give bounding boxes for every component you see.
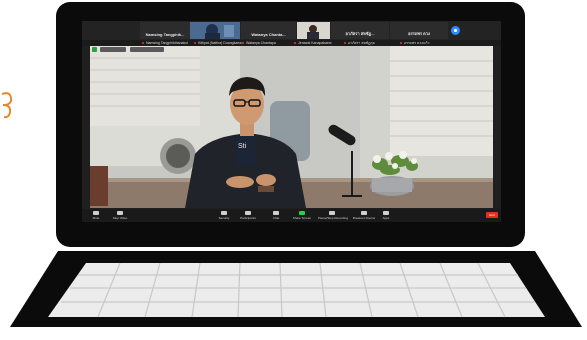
- mic-off-icon: [294, 42, 296, 45]
- breakout-icon: [361, 211, 367, 215]
- people-icon: [245, 211, 251, 215]
- view-toggle[interactable]: [130, 47, 164, 52]
- chat-bubble-icon: [1, 92, 13, 119]
- chat-icon: [273, 211, 279, 215]
- speaker-scene: Sti: [90, 46, 493, 208]
- apps-icon: [383, 211, 389, 215]
- recording-button[interactable]: Pause/Stop Recording: [318, 210, 348, 221]
- participant-tile-video[interactable]: [297, 22, 330, 39]
- participant-video: [190, 22, 240, 39]
- meeting-controls: Mute Stop Video Security Participants Ch…: [82, 209, 501, 222]
- participant-name: Watanya Chanta...: [251, 32, 286, 37]
- participant-name: อาภัสรา สหชัฏ...: [345, 31, 375, 36]
- mic-off-icon: [242, 42, 244, 45]
- mic-off-icon: [142, 42, 144, 45]
- end-meeting-button[interactable]: End: [486, 212, 498, 218]
- participant-strip: Namsing Tangphik... Watanya Chanta... อา…: [82, 21, 501, 40]
- svg-text:Sti: Sti: [238, 143, 247, 150]
- participant-tile[interactable]: Namsing Tangphik...: [140, 22, 190, 39]
- share-screen-icon: [299, 211, 305, 215]
- meeting-window: Namsing Tangphik... Watanya Chanta... อา…: [82, 21, 501, 222]
- security-button[interactable]: Security: [214, 210, 234, 221]
- recording-indicator: [100, 47, 126, 52]
- pause-icon: [329, 211, 335, 215]
- chat-button[interactable]: Chat: [266, 210, 286, 221]
- microphone-icon: [93, 211, 99, 215]
- participant-tile[interactable]: อรรถพร ดวง: [390, 22, 448, 39]
- mute-button[interactable]: Mute: [86, 210, 106, 221]
- breakout-rooms-button[interactable]: Breakout Rooms: [353, 210, 375, 221]
- mic-off-icon: [400, 42, 402, 45]
- participant-tile[interactable]: อาภัสรา สหชัฏ...: [331, 22, 389, 39]
- share-screen-button[interactable]: Share Screen: [292, 210, 312, 221]
- laptop-base: [10, 251, 582, 327]
- participant-tile[interactable]: Watanya Chanta...: [241, 22, 296, 39]
- apps-button[interactable]: Apps: [376, 210, 396, 221]
- stop-video-button[interactable]: Stop Video: [110, 210, 130, 221]
- shield-icon: [221, 211, 227, 215]
- security-shield-icon: [92, 47, 97, 52]
- mic-off-icon: [344, 42, 346, 45]
- speaker-video: Sti: [90, 46, 493, 208]
- camera-icon: [117, 211, 123, 215]
- mic-off-icon: [194, 42, 196, 45]
- next-page-icon[interactable]: [451, 26, 460, 35]
- participants-button[interactable]: Participants: [238, 210, 258, 221]
- participant-name: Namsing Tangphik...: [145, 32, 185, 37]
- participant-name: อรรถพร ดวง: [408, 31, 430, 36]
- participant-video: [297, 22, 330, 39]
- participant-tile-video[interactable]: [190, 22, 240, 39]
